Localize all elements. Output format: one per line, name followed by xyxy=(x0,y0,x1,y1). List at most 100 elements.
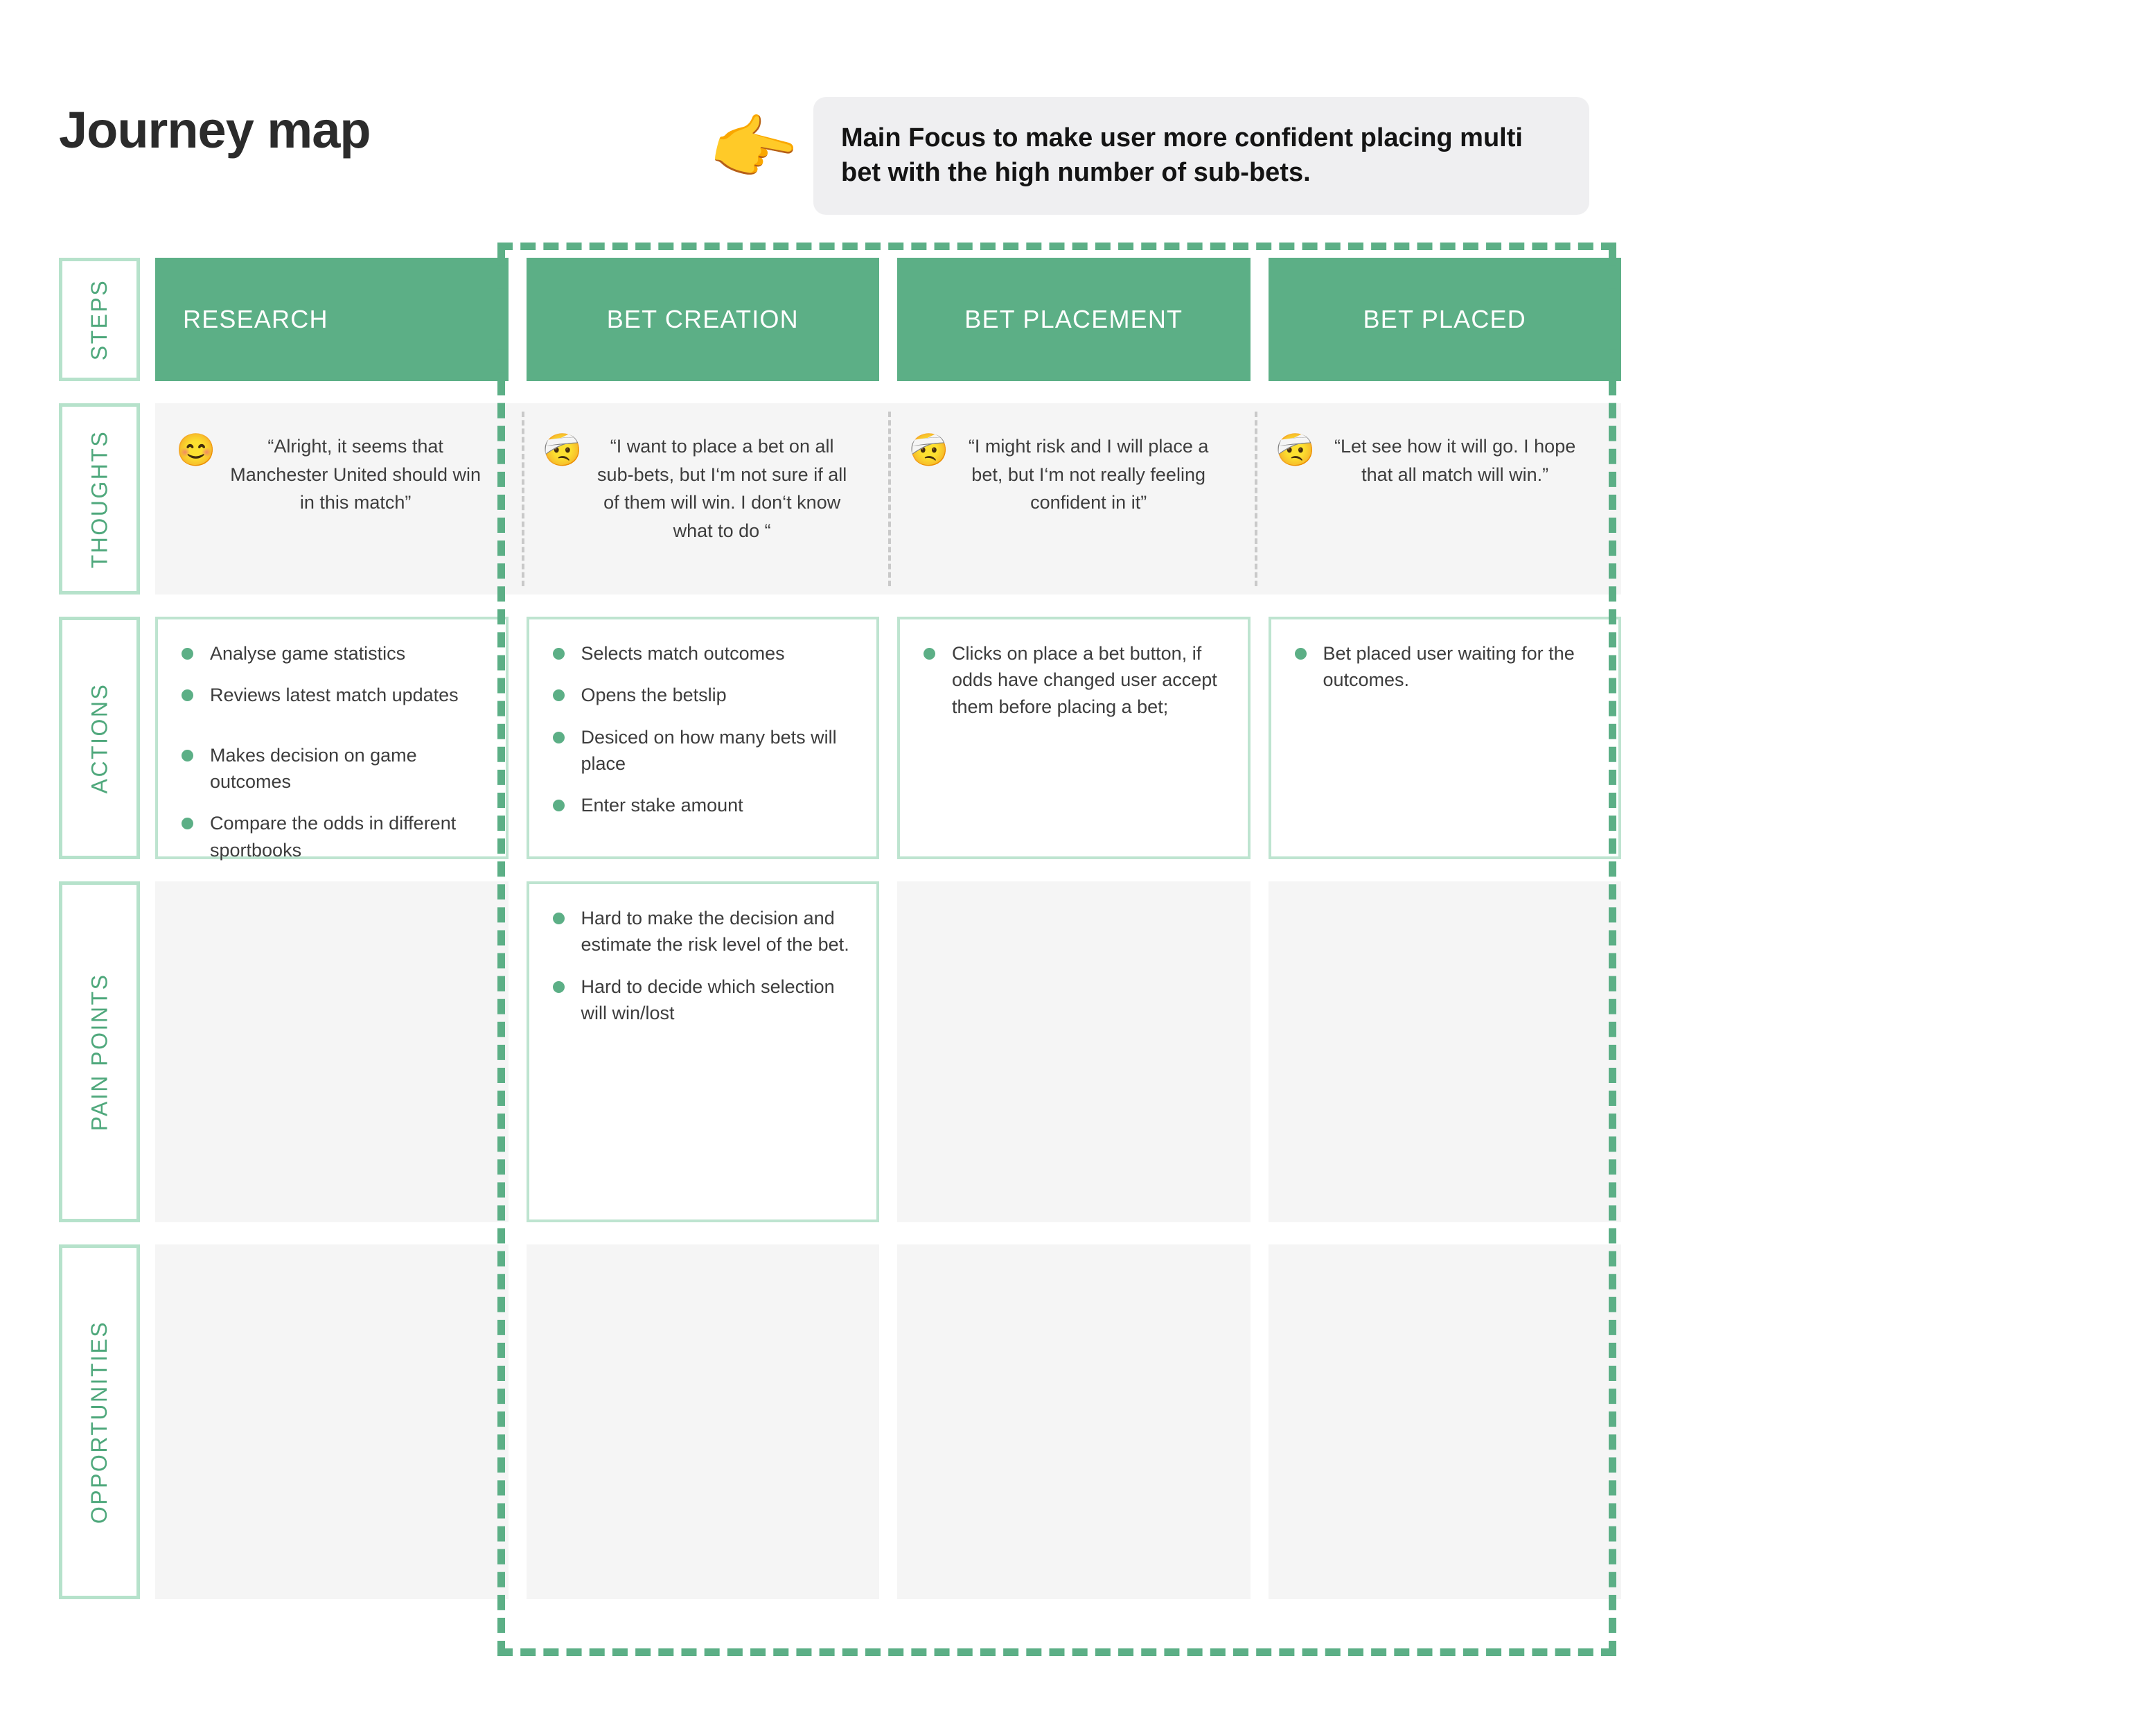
column-gap xyxy=(879,617,897,859)
bullet-dot-icon xyxy=(552,800,565,812)
column-gap xyxy=(509,881,527,1222)
thought-cell-research: 😊 “Alright, it seems that Manchester Uni… xyxy=(155,403,522,595)
step-cell-bet-placement: BET PLACEMENT xyxy=(897,258,1251,381)
column-gap xyxy=(1251,258,1269,381)
list-item: Bet placed user waiting for the outcomes… xyxy=(1294,640,1596,694)
column-gap xyxy=(1251,881,1269,1222)
row-thoughts: THOUGHTS 😊 “Alright, it seems that Manch… xyxy=(59,403,1621,595)
bullet-dot-icon xyxy=(182,689,193,702)
step-header-research[interactable]: RESEARCH xyxy=(155,258,509,381)
list-item: Analyse game statistics xyxy=(182,640,482,667)
column-gap xyxy=(879,881,897,1222)
step-header-bet-placement-label: BET PLACEMENT xyxy=(964,305,1183,333)
thought-divider xyxy=(888,412,891,586)
pain-cell-bet-creation: Hard to make the decision and estimate t… xyxy=(526,881,879,1222)
main-focus-callout: 👉 Main Focus to make user more confident… xyxy=(702,97,1590,215)
pain-cell-research xyxy=(155,881,509,1222)
action-cell-bet-creation: Selects match outcomes Opens the betslip… xyxy=(526,617,879,859)
action-text: Makes decision on game outcomes xyxy=(210,744,417,792)
bullet-dot-icon xyxy=(1294,648,1307,660)
bullet-dot-icon xyxy=(182,648,193,660)
column-gap xyxy=(1251,617,1269,859)
action-text: Analyse game statistics xyxy=(210,643,406,664)
row-label-pain-points-text: PAIN POINTS xyxy=(87,973,112,1131)
action-cell-bet-placement: Clicks on place a bet button, if odds ha… xyxy=(897,617,1251,859)
step-header-bet-placement[interactable]: BET PLACEMENT xyxy=(897,258,1251,381)
step-header-bet-placed-label: BET PLACED xyxy=(1363,305,1526,333)
action-text: Enter stake amount xyxy=(581,795,743,816)
bullet-dot-icon xyxy=(182,749,193,761)
opportunity-card-research xyxy=(155,1244,509,1599)
list-item: Clicks on place a bet button, if odds ha… xyxy=(924,640,1224,720)
row-label-pain-points: PAIN POINTS xyxy=(59,881,140,1222)
column-gap xyxy=(509,258,527,381)
action-text: Compare the odds in different sportbooks xyxy=(210,813,457,861)
bullet-dot-icon xyxy=(552,731,565,743)
opportunity-cell-research xyxy=(155,1244,509,1599)
main-focus-text: Main Focus to make user more confident p… xyxy=(841,123,1523,188)
action-list-bet-creation: Selects match outcomes Opens the betslip… xyxy=(552,640,854,819)
action-card-bet-placement: Clicks on place a bet button, if odds ha… xyxy=(897,617,1251,859)
action-card-bet-placed: Bet placed user waiting for the outcomes… xyxy=(1268,617,1621,859)
list-spacer xyxy=(182,724,482,742)
pointing-hand-icon: 👉 xyxy=(702,100,806,198)
bullet-dot-icon xyxy=(552,980,565,993)
thought-divider xyxy=(522,412,524,586)
list-item: Reviews latest match updates xyxy=(182,682,482,708)
pain-cell-bet-placed xyxy=(1268,881,1621,1222)
action-text: Selects match outcomes xyxy=(581,643,785,664)
step-header-bet-creation-label: BET CREATION xyxy=(606,305,799,333)
thought-text-research: “Alright, it seems that Manchester Unite… xyxy=(230,436,481,513)
action-list-bet-placed: Bet placed user waiting for the outcomes… xyxy=(1294,640,1596,694)
thought-text-bet-placed: “Let see how it will go. I hope that all… xyxy=(1334,436,1576,485)
list-item: Hard to make the decision and estimate t… xyxy=(552,905,854,958)
list-item: Hard to decide which selection will win/… xyxy=(552,974,854,1027)
action-text: Opens the betslip xyxy=(581,685,727,706)
action-list-bet-placement: Clicks on place a bet button, if odds ha… xyxy=(924,640,1224,720)
action-text: Desiced on how many bets will place xyxy=(581,726,837,774)
pain-card-bet-placed xyxy=(1268,881,1621,1222)
step-header-bet-placed[interactable]: BET PLACED xyxy=(1268,258,1621,381)
opportunity-cell-bet-placed xyxy=(1268,1244,1621,1599)
bullet-dot-icon xyxy=(552,689,565,702)
pain-list-bet-creation: Hard to make the decision and estimate t… xyxy=(552,905,854,1027)
bullet-dot-icon xyxy=(552,648,565,660)
step-cell-bet-placed: BET PLACED xyxy=(1268,258,1621,381)
row-label-actions-text: ACTIONS xyxy=(87,683,112,793)
action-card-research: Analyse game statistics Reviews latest m… xyxy=(155,617,509,861)
column-gap xyxy=(879,258,897,381)
action-card-bet-creation: Selects match outcomes Opens the betslip… xyxy=(526,617,879,859)
row-actions: ACTIONS Analyse game statistics Reviews … xyxy=(59,617,1621,861)
list-item: Opens the betslip xyxy=(552,682,854,708)
action-cell-bet-placed: Bet placed user waiting for the outcomes… xyxy=(1268,617,1621,859)
head-bandage-face-icon: 🤕 xyxy=(909,432,949,468)
step-cell-bet-creation: BET CREATION xyxy=(526,258,879,381)
pain-card-bet-creation: Hard to make the decision and estimate t… xyxy=(526,881,879,1222)
row-pain-points: PAIN POINTS Hard to make the decision an… xyxy=(59,881,1621,1222)
opportunity-cell-bet-placement xyxy=(897,1244,1251,1599)
pain-card-research xyxy=(155,881,509,1222)
bullet-dot-icon xyxy=(182,818,193,830)
list-item: Compare the odds in different sportbooks xyxy=(182,810,482,863)
thoughts-band: 😊 “Alright, it seems that Manchester Uni… xyxy=(155,403,1621,595)
pain-text: Hard to decide which selection will win/… xyxy=(581,976,835,1023)
pain-text: Hard to make the decision and estimate t… xyxy=(581,908,849,956)
list-item: Enter stake amount xyxy=(552,792,854,818)
thought-cell-bet-placed: 🤕 “Let see how it will go. I hope that a… xyxy=(1255,403,1621,595)
column-gap xyxy=(509,1244,527,1599)
pain-card-bet-placement xyxy=(897,881,1251,1222)
journey-map-canvas: Journey map 👉 Main Focus to make user mo… xyxy=(0,0,2156,1717)
bullet-dot-icon xyxy=(924,648,935,660)
step-header-bet-creation[interactable]: BET CREATION xyxy=(526,258,879,381)
opportunity-card-bet-creation xyxy=(526,1244,879,1599)
opportunity-cell-bet-creation xyxy=(526,1244,879,1599)
action-text: Clicks on place a bet button, if odds ha… xyxy=(952,643,1217,717)
action-text: Reviews latest match updates xyxy=(210,685,459,706)
opportunity-card-bet-placed xyxy=(1268,1244,1621,1599)
smiling-face-icon: 😊 xyxy=(176,432,216,468)
row-label-steps-text: STEPS xyxy=(87,279,112,360)
action-list-research: Analyse game statistics Reviews latest m… xyxy=(182,640,482,863)
main-focus-box: Main Focus to make user more confident p… xyxy=(813,97,1590,215)
action-text: Bet placed user waiting for the outcomes… xyxy=(1323,643,1575,691)
row-label-thoughts-text: THOUGHTS xyxy=(87,430,112,568)
